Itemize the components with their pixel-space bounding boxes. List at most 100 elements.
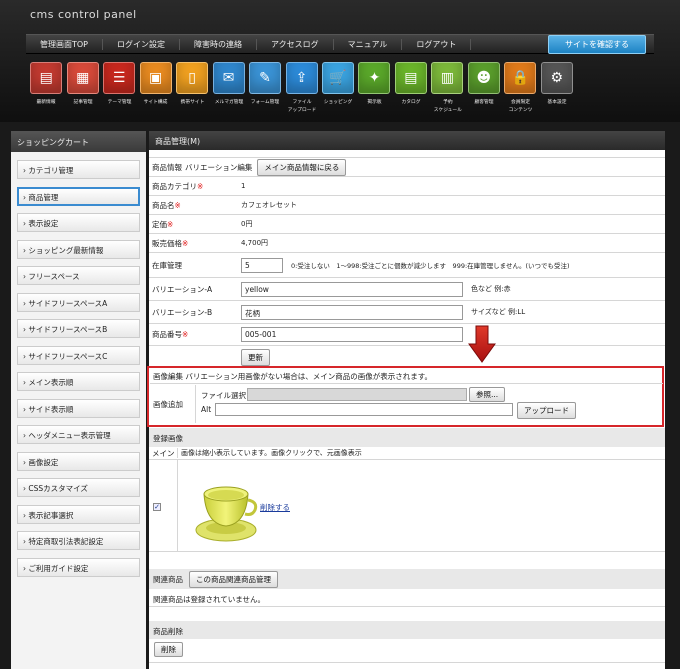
sidebar-item[interactable]: › CSSカスタマイズ: [17, 478, 140, 497]
bbs-icon[interactable]: ✦: [358, 62, 391, 94]
sidebar-item[interactable]: › 表示記事選択: [17, 504, 140, 524]
module-schedule[interactable]: ▥ 予約 スケジュール: [429, 62, 465, 120]
module-site-structure[interactable]: ▣ サイト構成: [137, 62, 173, 120]
sidebar-item[interactable]: › メイン表示順: [17, 372, 140, 391]
sidebar-item-label: 画像設定: [28, 457, 59, 467]
module-articles[interactable]: ▦ 記事管理: [64, 62, 100, 120]
sidebar-item-label: サイド表示順: [28, 404, 74, 414]
news-icon[interactable]: ▤: [30, 62, 63, 94]
upload-button[interactable]: アップロード: [517, 402, 576, 419]
module-label: ショッピング: [323, 99, 353, 105]
nav-item-failure-contact[interactable]: 障害時の連絡: [180, 38, 258, 50]
sidebar-item[interactable]: › ご利用ガイド設定: [17, 557, 140, 577]
module-icon-bar: ▤ 最新情報 ▦ 記事管理 ☰ テーマ管理 ▣ サイト構成 ▯ 携帯サイト ✉ メルマガ管理 ✎ フォーム…: [28, 62, 648, 120]
module-label: カタログ: [401, 99, 421, 105]
sidebar-item[interactable]: › フリースペース: [17, 266, 140, 285]
sidebar-item[interactable]: › サイドフリースペースA: [17, 292, 140, 312]
sidebar-item[interactable]: › サイド表示順: [17, 398, 140, 418]
sidebar-item[interactable]: › 表示設定: [17, 213, 140, 232]
delete-image-link[interactable]: 削除する: [260, 502, 290, 513]
nav-item-logout[interactable]: ログアウト: [402, 38, 472, 50]
registered-images-header: 登録画像: [149, 428, 665, 447]
gear-icon[interactable]: ⚙: [540, 62, 573, 94]
product-number-input[interactable]: 005-001: [241, 327, 463, 342]
row-variation-b: バリエーション-B 花柄 サイズなど 例:LL: [149, 301, 665, 324]
sale-price-label: 販売価格: [152, 238, 182, 248]
catalog-icon[interactable]: ▤: [394, 62, 427, 94]
module-theme[interactable]: ☰ テーマ管理: [101, 62, 137, 120]
category-label: 商品カテゴリ: [152, 181, 197, 191]
image-checkbox[interactable]: ✓: [153, 503, 161, 511]
variation-a-input[interactable]: yellow: [241, 281, 463, 297]
module-newsletter[interactable]: ✉ メルマガ管理: [210, 62, 246, 120]
confirm-site-button[interactable]: サイトを確認する: [548, 34, 646, 54]
stock-hint: 0:受注しない 1〜998:受注ごとに個数が減少します 999:在庫管理しません…: [291, 262, 570, 270]
sidebar-item-label: 表示設定: [28, 219, 59, 228]
mobile-site-icon[interactable]: ▯: [176, 62, 209, 94]
newsletter-icon[interactable]: ✉: [212, 62, 245, 94]
sidebar-item-label: 特定商取引法表記設定: [28, 537, 104, 546]
file-path-field[interactable]: [247, 388, 467, 401]
alt-input[interactable]: [215, 403, 513, 416]
sidebar-item[interactable]: › 商品管理: [17, 186, 140, 206]
theme-icon[interactable]: ☰: [103, 62, 136, 94]
list-price-value: 0円: [241, 220, 253, 228]
nav-item-top[interactable]: 管理画面TOP: [26, 38, 104, 50]
customer-icon[interactable]: ☻: [467, 62, 500, 94]
delete-product-button[interactable]: 削除: [154, 642, 183, 657]
module-members[interactable]: 🔒 会員限定 コンテンツ: [502, 62, 538, 120]
sidebar-item[interactable]: › 画像設定: [17, 451, 140, 471]
update-button[interactable]: 更新: [241, 348, 270, 366]
variation-b-input[interactable]: 花柄: [241, 304, 463, 320]
product-thumbnail[interactable]: [193, 464, 259, 550]
brand-logo: cms control panel: [30, 8, 137, 21]
row-product-number: 商品番号※ 005-001: [149, 324, 665, 346]
sidebar-item[interactable]: › カテゴリ管理: [17, 160, 140, 179]
articles-icon[interactable]: ▦: [66, 62, 99, 94]
module-gear[interactable]: ⚙ 基本設定: [539, 62, 575, 120]
related-products-header: 関連商品 この商品関連商品管理: [149, 569, 665, 589]
module-mobile-site[interactable]: ▯ 携帯サイト: [174, 62, 210, 120]
required-mark: ※: [182, 330, 189, 339]
module-bbs[interactable]: ✦ 掲示板: [356, 62, 392, 120]
row-sale-price: 販売価格※ 4,700円: [149, 234, 665, 253]
stock-input[interactable]: 5: [241, 257, 283, 273]
row-product-name: 商品名※ カフェオレセット: [149, 196, 665, 215]
file-upload-icon[interactable]: ⇪: [285, 62, 318, 94]
module-form[interactable]: ✎ フォーム管理: [247, 62, 283, 120]
browse-button[interactable]: 参照...: [469, 387, 506, 402]
module-label: メルマガ管理: [214, 99, 243, 105]
sidebar-item-label: フリースペース: [28, 272, 80, 281]
module-news[interactable]: ▤ 最新情報: [28, 62, 64, 120]
related-products-button[interactable]: この商品関連商品管理: [189, 570, 278, 588]
sidebar-item[interactable]: › ショッピング最新情報: [17, 239, 140, 259]
module-shopping[interactable]: 🛒 ショッピング: [320, 62, 356, 120]
nav-item-access-log[interactable]: アクセスログ: [257, 38, 334, 50]
sidebar-item[interactable]: › サイドフリースペースB: [17, 319, 140, 338]
registered-images-title: 登録画像: [153, 434, 183, 443]
row-variation-a: バリエーション-A yellow 色など 例:赤: [149, 278, 665, 301]
sidebar-item-label: サイドフリースペースA: [28, 298, 108, 308]
back-to-main-button[interactable]: メイン商品情報に戻る: [257, 158, 347, 176]
nav-item-login-settings[interactable]: ログイン設定: [103, 38, 181, 50]
info-label: 商品情報: [152, 162, 182, 172]
sidebar-item-label: サイドフリースペースC: [28, 351, 108, 361]
module-file-upload[interactable]: ⇪ ファイル アップロード: [283, 62, 319, 120]
related-products-label: 関連商品: [153, 574, 183, 584]
alt-label: Alt: [201, 405, 212, 414]
module-label: 最新情報: [36, 99, 56, 105]
sidebar-item[interactable]: › ヘッダメニュー表示管理: [17, 425, 140, 444]
registered-image-cell: ✓ 削除する: [149, 460, 665, 552]
variation-b-hint: サイズなど 例:LL: [471, 308, 526, 316]
shopping-icon[interactable]: 🛒: [321, 62, 354, 94]
schedule-icon[interactable]: ▥: [431, 62, 464, 94]
sidebar-item[interactable]: › サイドフリースペースC: [17, 345, 140, 365]
form-icon[interactable]: ✎: [249, 62, 282, 94]
nav-item-manual[interactable]: マニュアル: [334, 38, 403, 50]
module-customer[interactable]: ☻ 顧客管理: [466, 62, 502, 120]
site-structure-icon[interactable]: ▣: [139, 62, 172, 94]
sidebar-item[interactable]: › 特定商取引法表記設定: [17, 531, 140, 550]
members-icon[interactable]: 🔒: [504, 62, 537, 94]
module-catalog[interactable]: ▤ カタログ: [393, 62, 429, 120]
variation-header-row: 商品情報 バリエーション編集 メイン商品情報に戻る: [149, 157, 665, 177]
